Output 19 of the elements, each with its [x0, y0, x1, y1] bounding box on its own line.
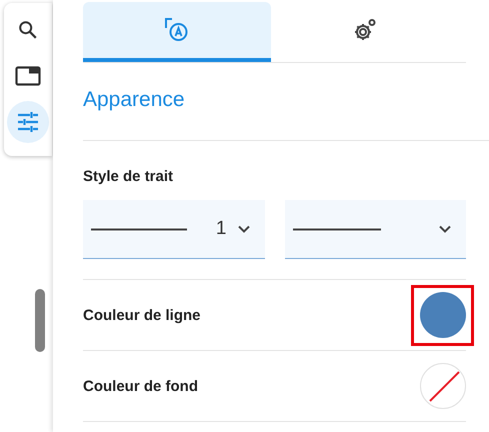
- no-color-swatch[interactable]: [420, 363, 466, 409]
- section-title: Apparence: [83, 88, 186, 113]
- field-label: Style de trait: [83, 168, 174, 185]
- dropdown-value: 1: [216, 218, 226, 240]
- line-preview-icon: [91, 228, 187, 230]
- dropdown[interactable]: [284, 200, 466, 259]
- dropdown[interactable]: 1: [83, 200, 264, 259]
- row-label: Couleur de fond: [83, 378, 198, 394]
- window-icon: [15, 65, 41, 87]
- tab[interactable]: [83, 2, 271, 62]
- search-icon: [17, 19, 39, 41]
- scrollbar[interactable]: [35, 289, 45, 352]
- color-swatch[interactable]: [420, 292, 466, 338]
- sliders-icon: [16, 111, 40, 133]
- row-label: Couleur de ligne: [83, 306, 201, 324]
- chevron-down-icon: [236, 224, 250, 234]
- gears-icon: [352, 17, 378, 43]
- chevron-down-icon: [438, 224, 452, 234]
- line-preview-icon: [292, 228, 380, 230]
